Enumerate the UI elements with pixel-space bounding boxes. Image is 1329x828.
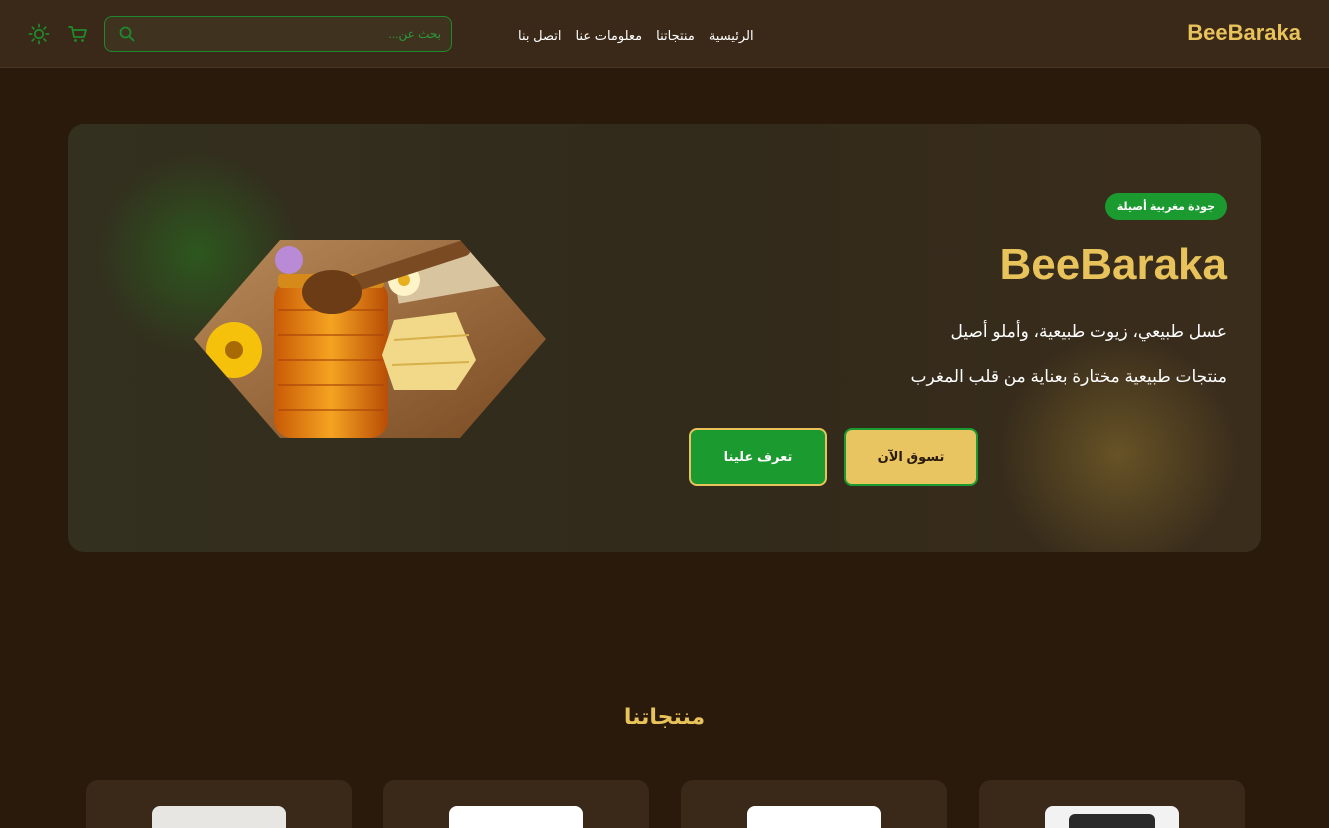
- hero-description: منتجات طبيعية مختارة بعناية من قلب المغر…: [910, 367, 1227, 386]
- hero-title: BeeBaraka: [999, 240, 1228, 289]
- nav-link-about[interactable]: معلومات عنا: [575, 28, 642, 44]
- product-image: [152, 806, 286, 828]
- nav-links: الرئيسية منتجاتنا معلومات عنا اتصل بنا: [518, 28, 754, 44]
- product-image: [449, 806, 583, 828]
- nav-link-home[interactable]: الرئيسية: [709, 28, 754, 44]
- hero-section: جودة مغربية أصيلة BeeBaraka عسل طبيعي، ز…: [68, 124, 1261, 552]
- brand-logo[interactable]: BeeBaraka: [1187, 20, 1301, 46]
- search-icon[interactable]: [119, 26, 135, 47]
- product-card[interactable]: [383, 780, 649, 828]
- product-card[interactable]: [86, 780, 352, 828]
- quality-badge: جودة مغربية أصيلة: [1104, 193, 1227, 220]
- hero-subtitle: عسل طبيعي، زيوت طبيعية، وأملو أصيل: [950, 322, 1227, 341]
- search-input[interactable]: [141, 17, 441, 51]
- search-box: [104, 16, 452, 52]
- product-image: [747, 806, 881, 828]
- sun-icon[interactable]: [28, 23, 50, 50]
- product-card[interactable]: [681, 780, 947, 828]
- shop-now-button[interactable]: تسوق الآن: [844, 428, 978, 486]
- navbar: BeeBaraka الرئيسية منتجاتنا معلومات عنا …: [0, 0, 1329, 68]
- product-card[interactable]: [979, 780, 1245, 828]
- nav-link-contact[interactable]: اتصل بنا: [518, 28, 561, 44]
- nav-link-products[interactable]: منتجاتنا: [656, 28, 695, 44]
- cart-icon[interactable]: [68, 24, 88, 49]
- products-section-title: منتجاتنا: [623, 704, 706, 729]
- decorative-glow-gold: [988, 324, 1248, 552]
- about-us-button[interactable]: تعرف علينا: [689, 428, 827, 486]
- honey-jar-image: [194, 240, 546, 438]
- product-image: [1045, 806, 1179, 828]
